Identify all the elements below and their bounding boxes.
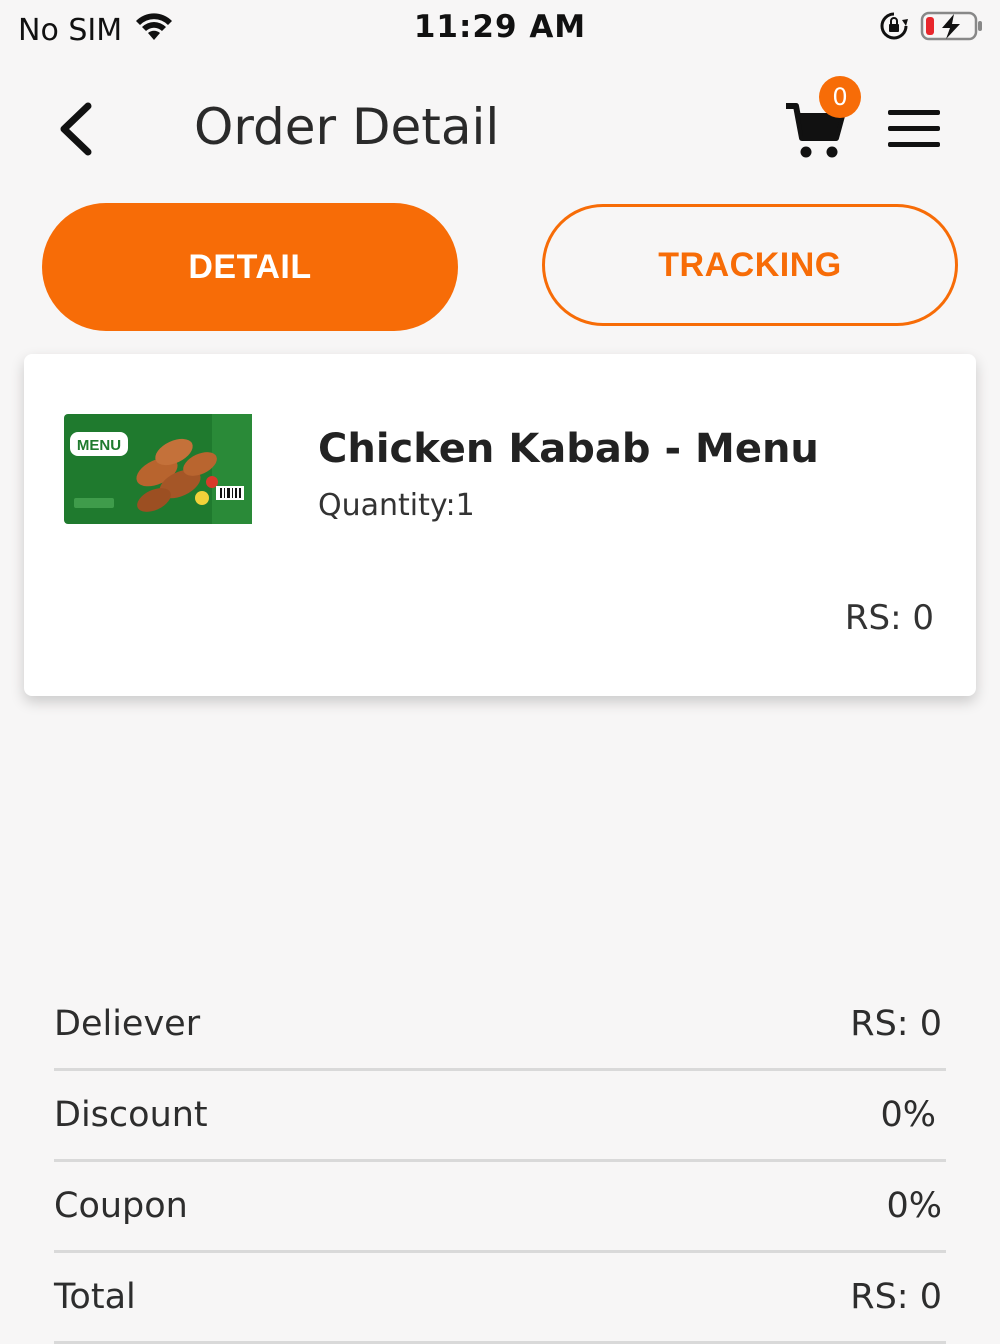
product-name: Chicken Kabab - Menu bbox=[318, 426, 819, 472]
back-button[interactable] bbox=[46, 94, 110, 164]
cart-count-badge: 0 bbox=[819, 76, 861, 118]
summary-row-total: Total RS: 0 bbox=[54, 1253, 946, 1344]
status-bar: No SIM 11:29 AM bbox=[0, 0, 1000, 56]
rotation-lock-icon bbox=[878, 10, 910, 46]
order-summary: Deliever RS: 0 Discount 0% Coupon 0% Tot… bbox=[54, 980, 946, 1344]
summary-label: Deliever bbox=[54, 1004, 201, 1044]
summary-value: RS: 0 bbox=[850, 1277, 942, 1317]
status-time: 11:29 AM bbox=[413, 9, 587, 45]
svg-text:MENU: MENU bbox=[77, 437, 121, 454]
product-price: RS: 0 bbox=[844, 598, 934, 638]
tab-tracking[interactable]: TRACKING bbox=[542, 204, 958, 326]
summary-row-coupon: Coupon 0% bbox=[54, 1162, 946, 1253]
hamburger-menu-icon bbox=[888, 110, 940, 147]
summary-label: Discount bbox=[54, 1095, 208, 1135]
back-arrow-icon bbox=[60, 102, 92, 156]
summary-row-discount: Discount 0% bbox=[54, 1071, 946, 1162]
page-title: Order Detail bbox=[194, 98, 500, 156]
summary-value: RS: 0 bbox=[850, 1004, 942, 1044]
summary-label: Coupon bbox=[54, 1186, 188, 1226]
summary-label: Total bbox=[54, 1277, 136, 1317]
summary-value: 0% bbox=[880, 1095, 936, 1135]
summary-value: 0% bbox=[886, 1186, 942, 1226]
battery-charging-icon bbox=[920, 10, 984, 46]
summary-row-delivery: Deliever RS: 0 bbox=[54, 980, 946, 1071]
hamburger-menu-button[interactable] bbox=[888, 110, 940, 150]
status-right bbox=[878, 10, 984, 46]
order-item-card: MENU Chicken Kabab - Menu Quantity:1 RS:… bbox=[24, 354, 976, 696]
app-header: Order Detail 0 bbox=[0, 70, 1000, 190]
product-image: MENU bbox=[62, 412, 254, 526]
product-quantity: Quantity:1 bbox=[318, 488, 475, 523]
tab-detail[interactable]: DETAIL bbox=[42, 203, 458, 331]
